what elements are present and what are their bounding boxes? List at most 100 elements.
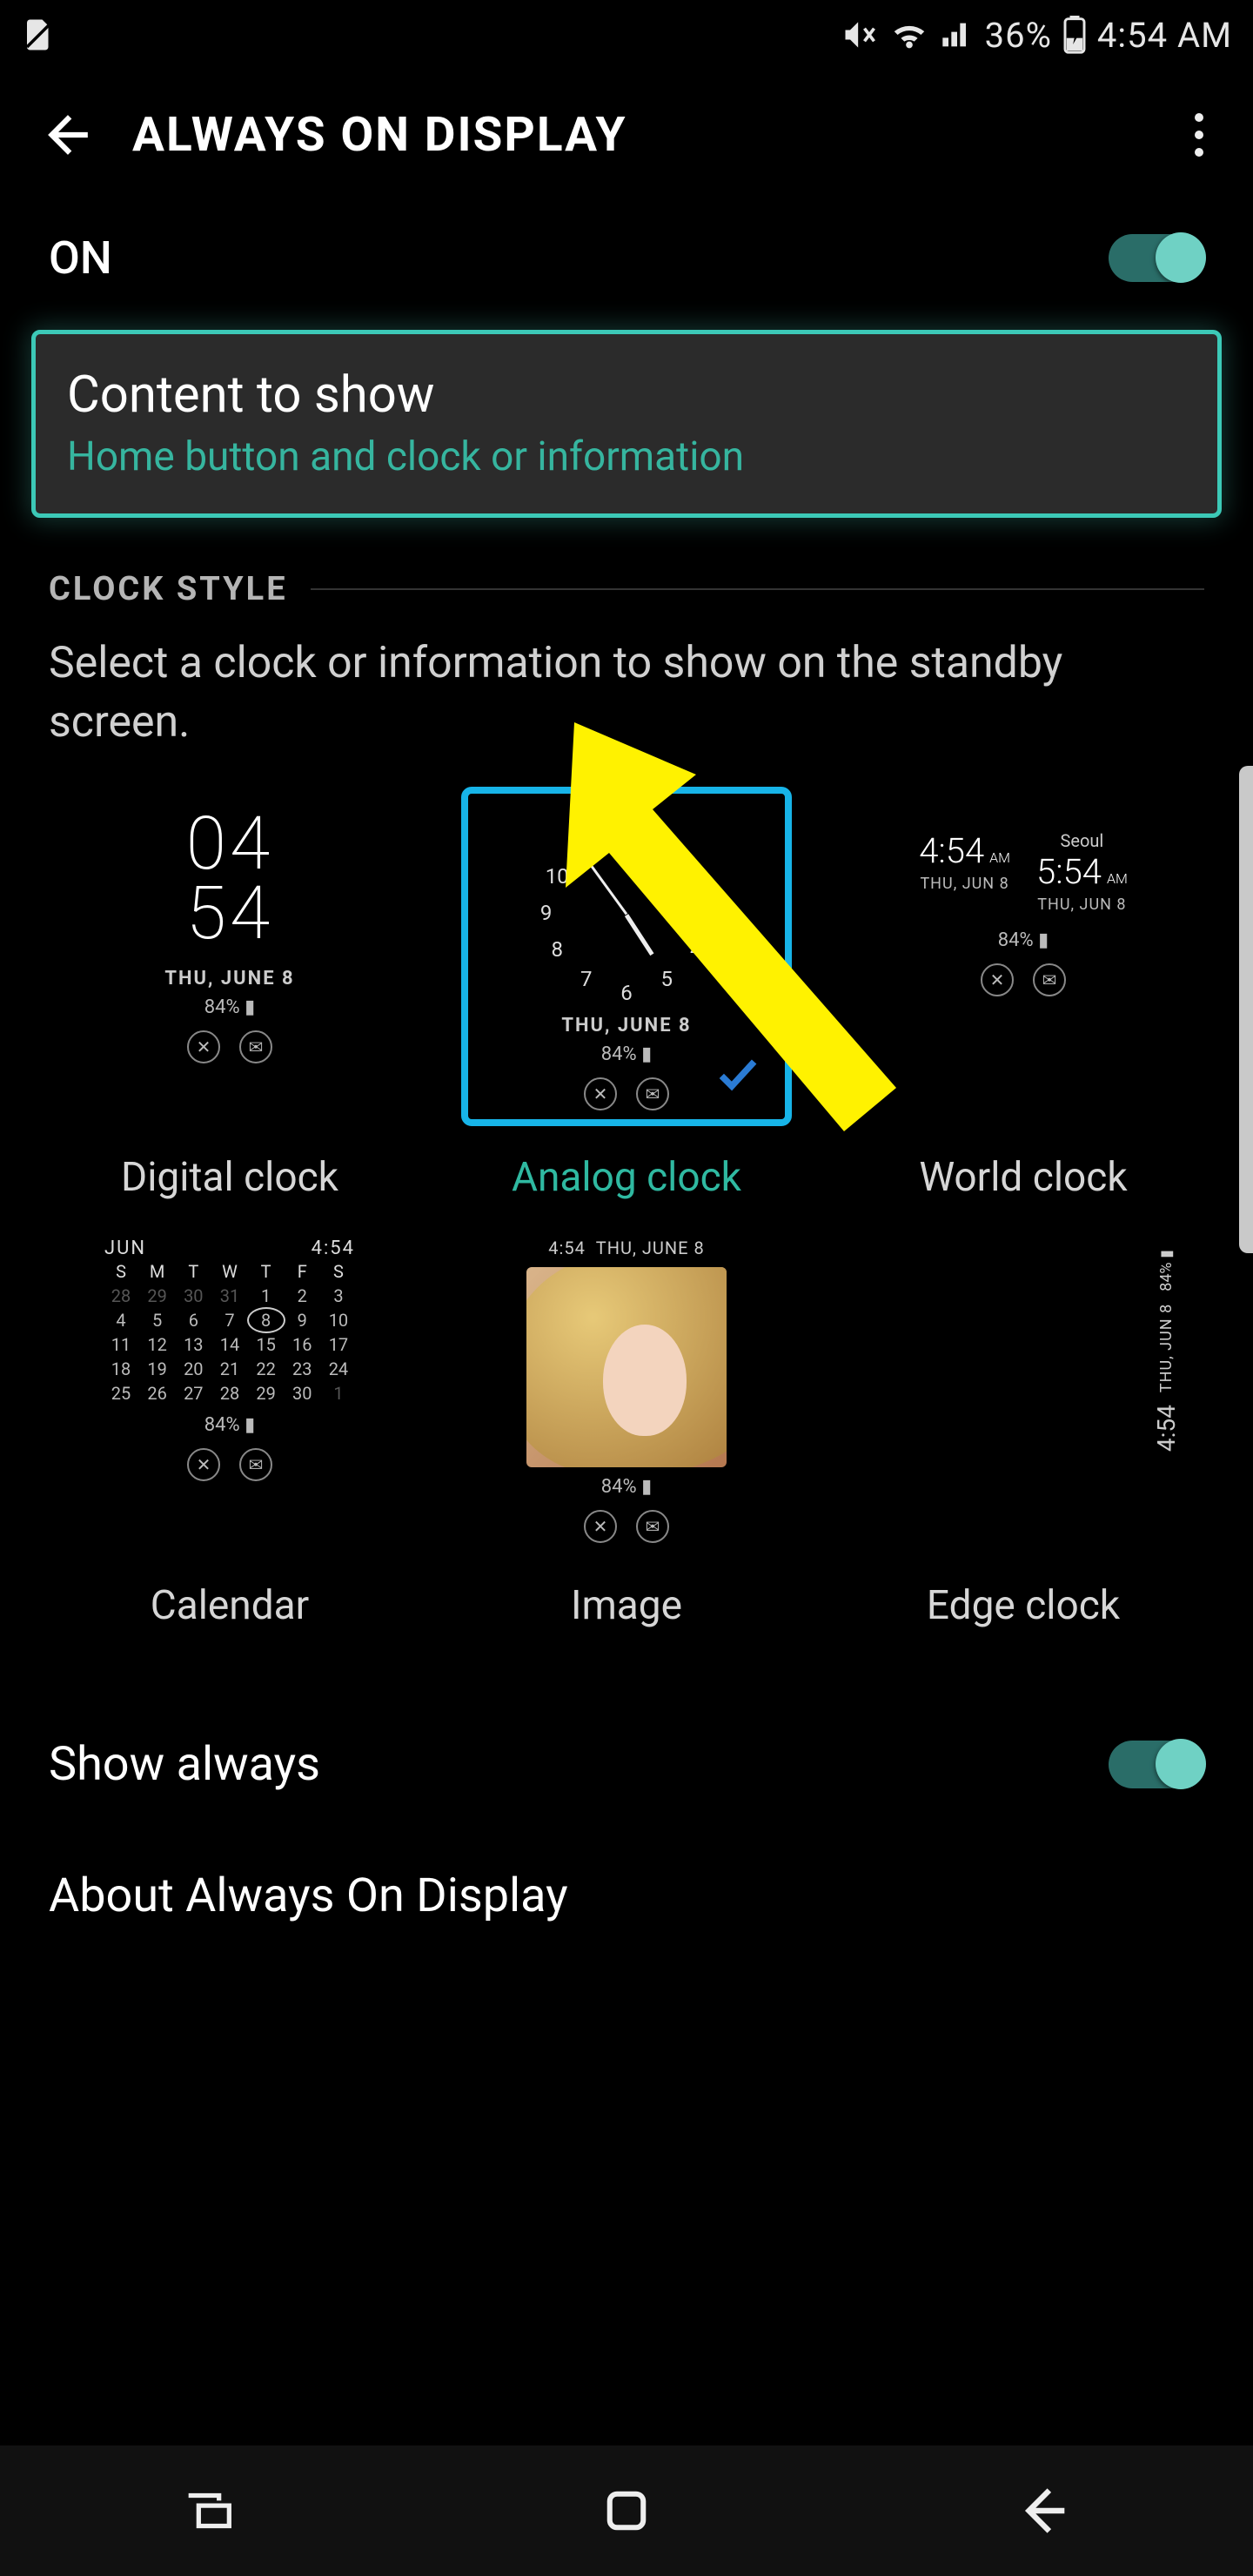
world-preview: 4:54 AM THU, JUN 8 Seoul 5:54 AM THU, JUN … <box>858 787 1189 1126</box>
clock-style-description: Select a clock or information to show on… <box>0 617 1253 778</box>
battery-mini-icon: ▮ <box>641 1043 652 1065</box>
content-to-show-subtitle: Home button and clock or information <box>67 433 1186 480</box>
edge-label: Edge clock <box>927 1582 1120 1629</box>
world-right-time: 5:54 <box>1036 851 1102 892</box>
world-right-city: Seoul <box>1061 830 1104 851</box>
scrollbar-thumb[interactable] <box>1239 766 1253 1253</box>
battery-percent: 36% <box>985 15 1052 56</box>
calendar-month: JUN <box>104 1238 146 1259</box>
calendar-preview: JUN 4:54 SMTWTFS2829303112345678910111213… <box>64 1215 395 1554</box>
mail-icon: ✉ <box>239 1030 272 1063</box>
show-always-toggle[interactable] <box>1109 1741 1204 1788</box>
world-left-date: THU, JUN 8 <box>920 875 1008 893</box>
statusbar-time: 4:54 AM <box>1097 15 1232 56</box>
master-toggle-label: ON <box>49 231 112 285</box>
page-title: ALWAYS ON DISPLAY <box>132 107 627 163</box>
battery-mini-icon: ▮ <box>245 1414 255 1436</box>
battery-mini-icon: ▮ <box>245 996 255 1018</box>
missed-call-icon: ✕ <box>584 1510 617 1543</box>
clock-styles-grid: 04 54 THU, JUNE 8 84% ▮ ✕ ✉ Digital cloc… <box>0 778 1253 1664</box>
image-battery: 84% <box>601 1476 637 1498</box>
master-toggle[interactable] <box>1109 234 1204 282</box>
style-option-image[interactable]: 4:54 THU, JUNE 8 84% ▮ ✕ ✉ Image <box>432 1215 821 1629</box>
analog-preview: 12 1 2 3 4 5 6 7 8 9 10 11 THU, JUNE 8 8… <box>461 787 792 1126</box>
show-always-row: Show always <box>0 1699 1253 1830</box>
divider-line <box>311 588 1204 590</box>
style-option-edge[interactable]: 4:54 THU, JUN 8 84% ▮ Edge clock <box>828 1215 1218 1629</box>
image-time: 4:54 <box>548 1238 586 1258</box>
selected-check-icon <box>714 1050 762 1102</box>
world-left-time: 4:54 <box>919 830 984 871</box>
sim-no-data-icon <box>21 17 57 53</box>
mail-icon: ✉ <box>1033 963 1066 996</box>
analog-clock-face: 12 1 2 3 4 5 6 7 8 9 10 11 <box>535 822 718 1004</box>
digital-label: Digital clock <box>121 1154 338 1201</box>
world-right-date: THU, JUN 8 <box>1037 896 1126 914</box>
style-option-calendar[interactable]: JUN 4:54 SMTWTFS2829303112345678910111213… <box>35 1215 425 1629</box>
mail-icon: ✉ <box>636 1077 669 1110</box>
about-row[interactable]: About Always On Display <box>0 1830 1253 1962</box>
dot-icon <box>1195 131 1203 139</box>
clock-style-section-header: CLOCK STYLE <box>0 539 1253 617</box>
mini-notification-icons: ✕ ✉ <box>187 1030 272 1063</box>
calendar-label: Calendar <box>151 1582 310 1629</box>
world-label: World clock <box>919 1154 1127 1201</box>
image-preview: 4:54 THU, JUNE 8 84% ▮ ✕ ✉ <box>461 1215 792 1554</box>
recent-apps-button[interactable] <box>170 2472 248 2550</box>
digital-minutes: 54 <box>186 870 273 956</box>
world-right-ampm: AM <box>1107 870 1128 887</box>
content-to-show-title: Content to show <box>67 366 1186 425</box>
battery-charging-icon <box>1062 16 1087 54</box>
wifi-icon <box>889 15 929 55</box>
vibrate-mute-icon <box>841 16 879 54</box>
digital-battery: 84% <box>204 996 240 1018</box>
back-button[interactable] <box>35 104 96 165</box>
dot-icon <box>1195 148 1203 157</box>
mini-notification-icons: ✕ ✉ <box>584 1077 669 1110</box>
mail-icon: ✉ <box>636 1510 669 1543</box>
edge-vertical-content: 4:54 THU, JUN 8 84% ▮ <box>1152 1250 1181 1452</box>
mini-notification-icons: ✕ ✉ <box>187 1448 272 1481</box>
calendar-battery: 84% <box>204 1414 240 1436</box>
statusbar: 36% 4:54 AM <box>0 0 1253 70</box>
missed-call-icon: ✕ <box>187 1030 220 1063</box>
master-toggle-row: ON <box>0 200 1253 316</box>
world-battery: 84% <box>998 929 1034 951</box>
overflow-menu-button[interactable] <box>1173 113 1225 157</box>
missed-call-icon: ✕ <box>187 1448 220 1481</box>
mini-notification-icons: ✕ ✉ <box>584 1510 669 1543</box>
calendar-table: SMTWTFS282930311234567891011121314151617… <box>99 1259 360 1405</box>
appbar: ALWAYS ON DISPLAY <box>0 70 1253 200</box>
analog-label: Analog clock <box>512 1154 741 1201</box>
missed-call-icon: ✕ <box>584 1077 617 1110</box>
edge-battery: 84% <box>1157 1262 1176 1291</box>
missed-call-icon: ✕ <box>981 963 1014 996</box>
digital-preview: 04 54 THU, JUNE 8 84% ▮ ✕ ✉ <box>64 787 395 1126</box>
battery-mini-icon: ▮ <box>1038 929 1049 951</box>
analog-battery: 84% <box>601 1043 637 1065</box>
home-button[interactable] <box>587 2472 666 2550</box>
show-always-label: Show always <box>49 1737 320 1792</box>
battery-mini-icon: ▮ <box>641 1476 652 1498</box>
digital-date: THU, JUNE 8 <box>164 968 294 989</box>
style-option-world[interactable]: 4:54 AM THU, JUN 8 Seoul 5:54 AM THU, JUN … <box>828 787 1218 1201</box>
edge-time: 4:54 <box>1152 1405 1181 1452</box>
image-placeholder <box>526 1267 727 1467</box>
edge-date: THU, JUN 8 <box>1157 1304 1176 1392</box>
mail-icon: ✉ <box>239 1448 272 1481</box>
content-to-show-row[interactable]: Content to show Home button and clock or… <box>31 330 1222 518</box>
style-option-digital[interactable]: 04 54 THU, JUNE 8 84% ▮ ✕ ✉ Digital cloc… <box>35 787 425 1201</box>
cellular-signal-icon <box>940 17 975 52</box>
mini-notification-icons: ✕ ✉ <box>981 963 1066 996</box>
navbar <box>0 2445 1253 2576</box>
dot-icon <box>1195 113 1203 122</box>
clock-style-label: CLOCK STYLE <box>49 570 288 608</box>
world-left-ampm: AM <box>989 849 1010 866</box>
analog-date: THU, JUNE 8 <box>561 1015 691 1036</box>
image-date: THU, JUNE 8 <box>596 1238 705 1258</box>
style-option-analog[interactable]: 12 1 2 3 4 5 6 7 8 9 10 11 THU, JUNE 8 8… <box>432 787 821 1201</box>
calendar-time: 4:54 <box>312 1238 355 1259</box>
edge-preview: 4:54 THU, JUN 8 84% ▮ <box>858 1215 1189 1554</box>
back-nav-button[interactable] <box>1005 2472 1083 2550</box>
about-label: About Always On Display <box>49 1868 568 1923</box>
